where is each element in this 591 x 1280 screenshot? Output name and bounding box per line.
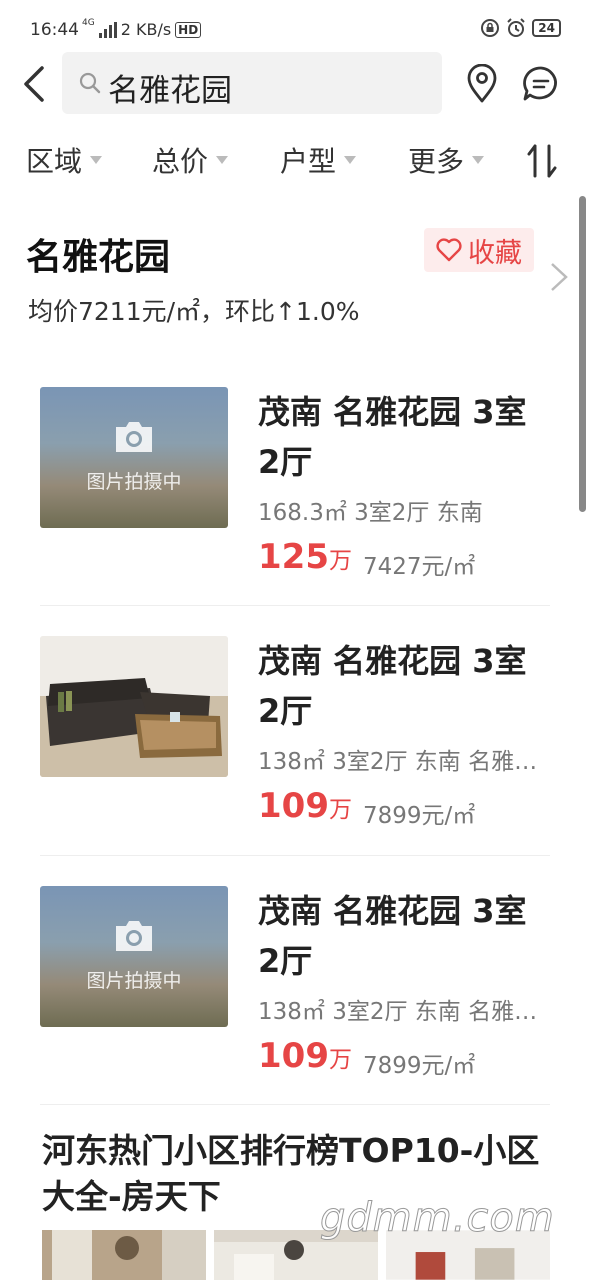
divider <box>40 605 550 606</box>
estate-summary: 均价7211元/㎡，环比↑1.0% <box>28 297 360 326</box>
camera-icon <box>116 921 152 951</box>
watermark: gdmm.com <box>320 1195 555 1242</box>
favorite-label: 收藏 <box>468 237 522 269</box>
price-value: 109 <box>258 1036 329 1076</box>
dropdown-arrow-icon <box>216 156 229 164</box>
listing-meta: 138㎡ 3室2厅 东南 名雅花园 <box>258 999 548 1025</box>
divider <box>40 1104 550 1105</box>
dropdown-arrow-icon <box>344 156 357 164</box>
price-unit: 万 <box>328 797 352 823</box>
status-right: 24 <box>480 18 561 38</box>
search-value: 名雅花园 <box>108 73 232 109</box>
filter-bar: 区域 总价 户型 更多 <box>0 130 591 192</box>
alarm-icon <box>507 18 526 37</box>
price-unit: 万 <box>328 1047 352 1073</box>
favorite-button[interactable]: 收藏 <box>424 228 534 272</box>
filter-label: 区域 <box>26 145 83 178</box>
header: 名雅花园 <box>0 52 591 114</box>
message-icon[interactable] <box>521 64 561 104</box>
dropdown-arrow-icon <box>90 156 103 164</box>
listing-price: 109万 <box>258 786 352 826</box>
listing-meta: 168.3㎡ 3室2厅 东南 <box>258 500 483 526</box>
filter-more[interactable]: 更多 <box>408 140 485 180</box>
network-speed: 2 KB/s <box>120 20 172 39</box>
battery-icon: 24 <box>532 19 561 37</box>
listing-unit-price: 7899元/㎡ <box>363 1053 476 1079</box>
filter-label: 总价 <box>152 145 209 178</box>
price-value: 125 <box>258 537 329 577</box>
room-photo <box>42 1230 206 1280</box>
estate-name: 名雅花园 <box>26 237 171 278</box>
camera-icon <box>116 422 152 452</box>
chevron-right-icon[interactable] <box>548 262 570 292</box>
status-time: 16:44 <box>30 20 79 40</box>
network-indicator: 4G 2 KB/s HD <box>82 17 202 39</box>
listing-photo: 图片拍摄中 <box>40 886 228 1027</box>
status-bar: 16:44 4G 2 KB/s HD 24 <box>0 0 591 60</box>
photo-placeholder-text: 图片拍摄中 <box>86 471 182 493</box>
price-unit: 万 <box>328 548 352 574</box>
filter-layout[interactable]: 户型 <box>280 140 357 180</box>
scrollbar[interactable] <box>579 196 586 512</box>
listing-price: 125万 <box>258 537 352 577</box>
sofa-photo <box>40 636 228 777</box>
signal-icon <box>98 21 117 38</box>
listing-item[interactable]: 茂南 名雅花园 3室2厅 138㎡ 3室2厅 东南 名雅花园 109万 7899… <box>40 636 550 866</box>
listing-photo <box>40 636 228 777</box>
divider <box>40 855 550 856</box>
filter-region[interactable]: 区域 <box>26 140 103 180</box>
back-icon[interactable] <box>16 64 56 104</box>
listing-item[interactable]: 图片拍摄中 茂南 名雅花园 3室2厅 168.3㎡ 3室2厅 东南 125万 7… <box>40 387 550 617</box>
heart-icon <box>436 238 462 262</box>
listing-title: 茂南 名雅花园 3室2厅 <box>258 642 527 730</box>
listing-item[interactable]: 图片拍摄中 茂南 名雅花园 3室2厅 138㎡ 3室2厅 东南 名雅花园 109… <box>40 886 550 1116</box>
listing-price: 109万 <box>258 1036 352 1076</box>
filter-label: 更多 <box>408 145 465 178</box>
lock-rotation-icon <box>481 19 500 37</box>
search-icon <box>79 72 101 94</box>
dropdown-arrow-icon <box>472 156 485 164</box>
listing-title: 茂南 名雅花园 3室2厅 <box>258 892 527 980</box>
listing-unit-price: 7427元/㎡ <box>363 554 476 580</box>
price-value: 109 <box>258 786 329 826</box>
filter-label: 户型 <box>280 145 337 178</box>
listing-meta: 138㎡ 3室2厅 东南 名雅花园 <box>258 749 548 775</box>
listing-photo: 图片拍摄中 <box>40 387 228 528</box>
hd-badge: HD <box>175 21 202 38</box>
location-icon[interactable] <box>464 64 500 104</box>
sort-icon[interactable] <box>525 142 561 182</box>
listing-unit-price: 7899元/㎡ <box>363 803 476 829</box>
network-type: 4G <box>82 17 95 28</box>
listing-title: 茂南 名雅花园 3室2厅 <box>258 393 527 481</box>
search-input[interactable]: 名雅花园 <box>62 52 442 114</box>
filter-total-price[interactable]: 总价 <box>152 140 229 180</box>
photo-placeholder-text: 图片拍摄中 <box>86 970 182 992</box>
